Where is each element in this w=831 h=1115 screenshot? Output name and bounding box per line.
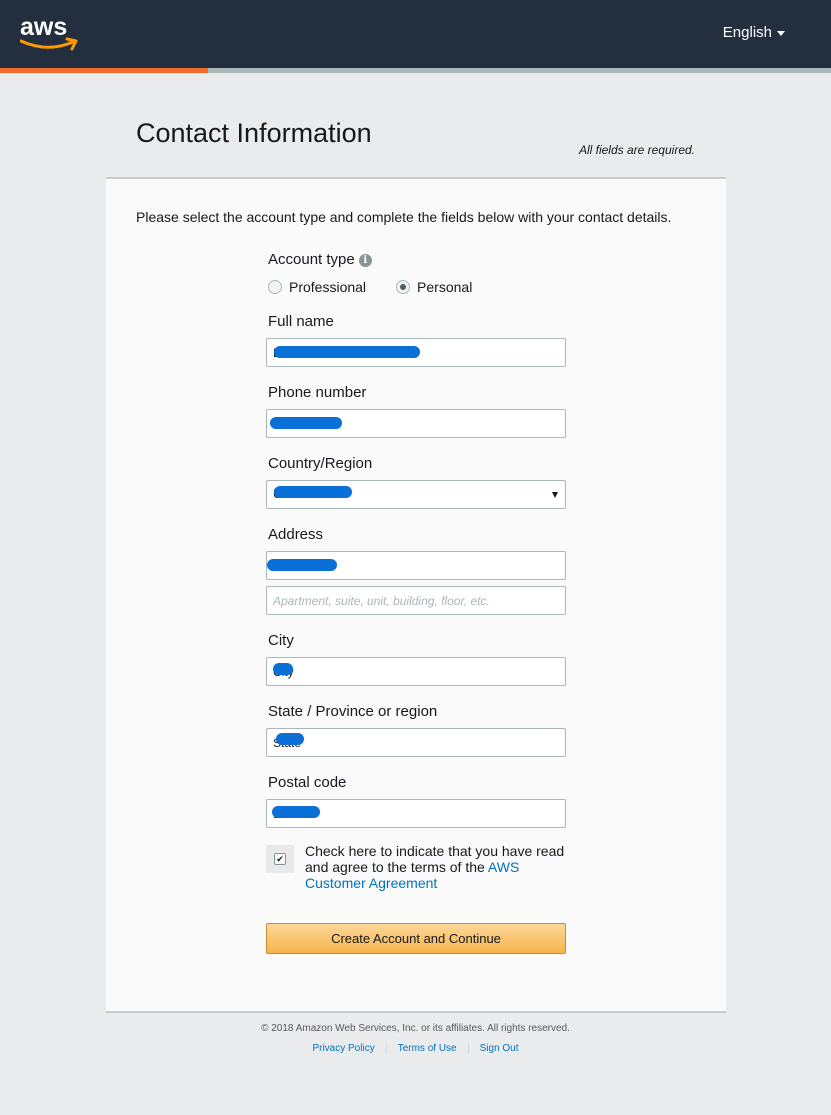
radio-professional-label: Professional (289, 279, 367, 295)
phone-number-input[interactable] (266, 409, 566, 438)
agreement-text: Check here to indicate that you have rea… (305, 843, 570, 891)
contact-form-card: Please select the account type and compl… (106, 177, 726, 1013)
info-icon[interactable]: i (358, 254, 372, 267)
radio-personal-circle[interactable] (396, 280, 411, 294)
top-nav: aws English (0, 0, 831, 68)
state-input[interactable] (266, 728, 566, 757)
country-region-value: United States (273, 487, 346, 501)
page-title: Contact Information (136, 118, 372, 148)
smile-arrow-icon (20, 37, 78, 51)
radio-personal-label: Personal (417, 279, 473, 295)
required-note: All fields are required. (578, 143, 695, 157)
radio-professional-circle[interactable] (268, 280, 282, 294)
address-label: Address (268, 526, 324, 543)
postal-code-input[interactable] (266, 799, 566, 828)
language-label: English (722, 24, 772, 41)
terms-of-use-link[interactable]: Terms of Use (385, 1043, 468, 1054)
city-input[interactable] (266, 657, 566, 686)
radio-professional[interactable]: Professional (268, 279, 366, 295)
account-type-label-text: Account type (268, 251, 355, 268)
radio-personal[interactable]: Personal (396, 279, 472, 295)
create-account-button[interactable]: Create Account and Continue (266, 923, 566, 954)
city-label: City (268, 632, 294, 649)
country-region-select[interactable]: United States (266, 480, 566, 509)
agreement-checkbox-wrap[interactable]: ✔ (266, 845, 294, 873)
dropdown-arrow-icon (552, 492, 558, 498)
sign-out-link[interactable]: Sign Out (467, 1043, 530, 1054)
agreement-checkbox[interactable]: ✔ (274, 853, 286, 865)
footer-links: Privacy Policy Terms of Use Sign Out (0, 1043, 831, 1054)
postal-code-label: Postal code (268, 774, 347, 791)
intro-text: Please select the account type and compl… (136, 209, 672, 225)
phone-number-label: Phone number (268, 384, 367, 401)
state-label: State / Province or region (268, 703, 438, 720)
copyright-text: © 2018 Amazon Web Services, Inc. or its … (261, 1023, 570, 1034)
agreement-text-body: Check here to indicate that you have rea… (305, 843, 565, 875)
language-selector[interactable]: English (723, 24, 785, 41)
account-type-radio-group: Professional Personal (268, 279, 472, 295)
full-name-label: Full name (268, 313, 334, 330)
address-line1-input[interactable] (266, 551, 566, 580)
country-region-label: Country/Region (268, 455, 373, 472)
full-name-input[interactable] (266, 338, 566, 367)
signup-progress-bar (0, 68, 831, 73)
aws-logo[interactable]: aws (20, 13, 82, 55)
account-type-label: Account type i (268, 251, 372, 268)
address-line2-input[interactable] (266, 586, 566, 615)
caret-down-icon (777, 31, 785, 36)
progress-fill (0, 68, 208, 73)
privacy-policy-link[interactable]: Privacy Policy (301, 1043, 385, 1054)
